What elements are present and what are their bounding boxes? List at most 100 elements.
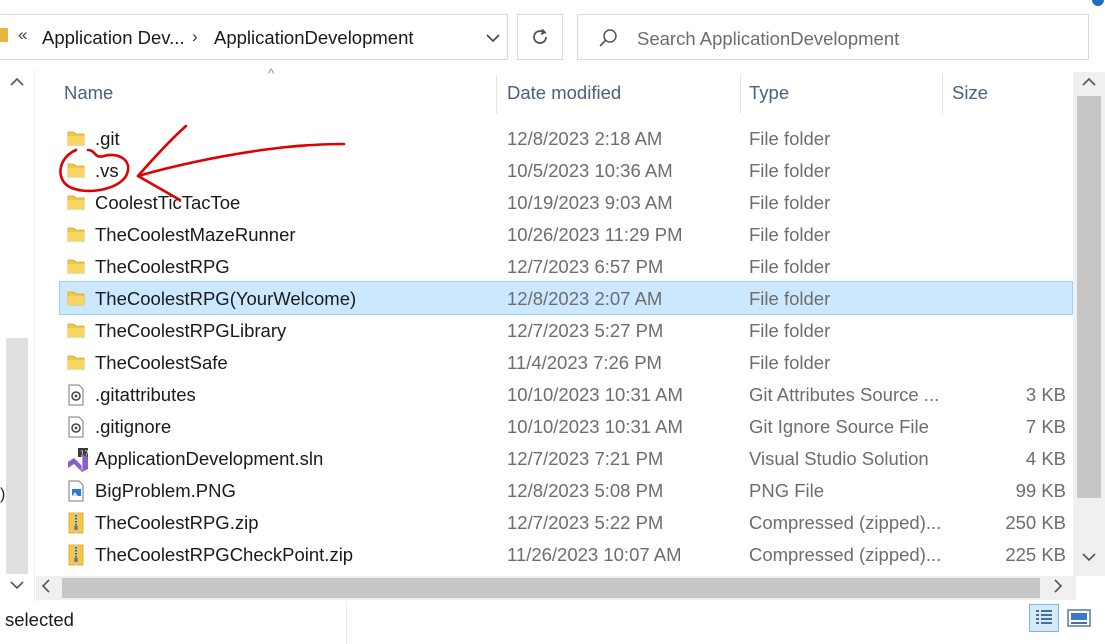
file-row[interactable]: TheCoolestSafe 11/4/2023 7:26 PM File fold… [60, 346, 1072, 378]
file-type: File folder [749, 352, 831, 373]
png-image-icon [66, 480, 86, 502]
file-name: TheCoolestSafe [95, 352, 228, 373]
file-date-modified: 12/7/2023 6:57 PM [507, 256, 664, 277]
file-date-modified: 12/8/2023 2:18 AM [507, 128, 663, 149]
config-file-icon [66, 384, 86, 406]
help-icon[interactable] [1092, 0, 1104, 6]
file-date-modified: 10/5/2023 10:36 AM [507, 160, 673, 181]
details-view-button[interactable] [1029, 604, 1059, 632]
folder-icon [66, 224, 86, 246]
scroll-up-icon[interactable] [1081, 76, 1097, 88]
file-date-modified: 10/10/2023 10:31 AM [507, 416, 683, 437]
column-header-name[interactable]: Name [64, 82, 113, 104]
column-divider[interactable] [740, 74, 741, 114]
details-view-icon [1036, 610, 1052, 624]
search-icon [599, 29, 617, 47]
file-name: TheCoolestRPG(YourWelcome) [95, 288, 357, 309]
zip-folder-icon [66, 512, 86, 534]
large-icons-view-button[interactable] [1066, 606, 1092, 630]
column-divider[interactable] [496, 74, 497, 114]
file-date-modified: 12/8/2023 5:08 PM [507, 480, 664, 501]
file-date-modified: 12/7/2023 5:27 PM [507, 320, 664, 341]
file-date-modified: 12/7/2023 5:22 PM [507, 512, 664, 533]
file-size: 99 KB [1015, 480, 1066, 501]
file-row[interactable]: BigProblem.PNG 12/8/2023 5:08 PM PNG File 9… [60, 474, 1072, 506]
nav-pane-scrollbar-thumb[interactable] [6, 338, 28, 574]
horizontal-scrollbar-thumb[interactable] [62, 578, 1040, 598]
file-date-modified: 10/19/2023 9:03 AM [507, 192, 673, 213]
file-type: File folder [749, 128, 831, 149]
folder-icon [66, 128, 86, 150]
refresh-icon [533, 28, 547, 44]
column-header-type[interactable]: Type [749, 82, 789, 104]
breadcrumb-separator[interactable]: › [192, 27, 198, 47]
file-type: File folder [749, 160, 831, 181]
breadcrumb-item-application-dev[interactable]: Application Dev... [42, 27, 185, 49]
file-name: TheCoolestMazeRunner [95, 224, 296, 245]
file-date-modified: 11/26/2023 10:07 AM [507, 544, 682, 565]
scroll-left-icon[interactable] [40, 578, 52, 594]
file-name: CoolestTicTacToe [95, 192, 241, 213]
file-row[interactable]: TheCoolestRPGCheckPoint.zip 11/26/2023 10… [60, 538, 1072, 570]
config-file-icon [66, 416, 86, 438]
file-size: 4 KB [1025, 448, 1066, 469]
file-size: 225 KB [1005, 544, 1066, 565]
file-row[interactable]: .gitattributes 10/10/2023 10:31 AM Git Att… [60, 378, 1072, 410]
file-type: File folder [749, 192, 831, 213]
visual-studio-solution-icon: 17 [66, 448, 89, 472]
address-history-dropdown[interactable] [478, 22, 508, 54]
file-row[interactable]: TheCoolestRPG(YourWelcome) 12/8/2023 2:07… [59, 281, 1073, 315]
folder-icon [66, 288, 86, 310]
file-type: Git Ignore Source File [749, 416, 929, 437]
breadcrumb-item-applicationdevelopment[interactable]: ApplicationDevelopment [214, 27, 414, 49]
folder-icon [66, 320, 86, 342]
file-type: PNG File [749, 480, 825, 501]
file-row[interactable]: .git 12/8/2023 2:18 AM File folder [60, 122, 1072, 154]
file-type: File folder [749, 320, 831, 341]
sort-ascending-icon: ^ [268, 66, 275, 81]
file-row[interactable]: .vs 10/5/2023 10:36 AM File folder [60, 154, 1072, 186]
search-input[interactable]: Search ApplicationDevelopment [637, 28, 899, 50]
file-date-modified: 12/7/2023 7:21 PM [507, 448, 664, 469]
file-row[interactable]: TheCoolestRPGLibrary 12/7/2023 5:27 PM Fil… [60, 314, 1072, 346]
refresh-button[interactable] [517, 14, 563, 60]
folder-icon [66, 192, 86, 214]
zip-folder-icon [66, 544, 86, 566]
file-row[interactable]: .gitignore 10/10/2023 10:31 AM Git Ignore … [60, 410, 1072, 442]
folder-icon [66, 160, 86, 182]
file-type: Compressed (zipped)... [749, 544, 942, 565]
file-name: .gitignore [95, 416, 172, 437]
file-size: 3 KB [1025, 384, 1066, 405]
file-size: 250 KB [1005, 512, 1066, 533]
nav-scroll-up-icon[interactable] [9, 76, 25, 88]
file-name: .git [95, 128, 120, 149]
breadcrumb-overflow-button[interactable]: « [18, 25, 27, 45]
file-date-modified: 11/4/2023 7:26 PM [507, 352, 662, 373]
file-name: ApplicationDevelopment.sln [95, 448, 324, 469]
scroll-right-icon[interactable] [1052, 578, 1064, 594]
file-name: TheCoolestRPG.zip [95, 512, 259, 533]
file-row[interactable]: CoolestTicTacToe 10/19/2023 9:03 AM File f… [60, 186, 1072, 218]
file-row[interactable]: 17 ApplicationDevelopment.sln 12/7/2023 7:… [60, 442, 1072, 474]
nav-pane-clipped-text: ) [0, 486, 6, 503]
chevron-down-icon [486, 34, 500, 43]
column-header-size[interactable]: Size [952, 82, 988, 104]
file-name: BigProblem.PNG [95, 480, 236, 501]
file-row[interactable]: TheCoolestRPG.zip 12/7/2023 5:22 PM Compre… [60, 506, 1072, 538]
file-row[interactable]: TheCoolestMazeRunner 10/26/2023 11:29 PM F… [60, 218, 1072, 250]
file-row[interactable]: TheCoolestRPG 12/7/2023 6:57 PM File folde… [60, 250, 1072, 282]
column-divider[interactable] [942, 74, 943, 114]
file-type: File folder [749, 288, 831, 309]
file-name: .gitattributes [95, 384, 196, 405]
scroll-down-icon[interactable] [1081, 551, 1097, 563]
file-type: Git Attributes Source ... [749, 384, 940, 405]
status-bar-text: selected [5, 609, 74, 630]
file-type: File folder [749, 224, 831, 245]
file-list: .git 12/8/2023 2:18 AM File folder .vs 10/5/… [59, 122, 1073, 570]
vertical-scrollbar-thumb[interactable] [1077, 96, 1101, 498]
file-date-modified: 10/26/2023 11:29 PM [507, 224, 683, 245]
nav-scroll-down-icon[interactable] [9, 579, 25, 591]
folder-icon [66, 256, 86, 278]
folder-icon [66, 352, 86, 374]
column-header-date-modified[interactable]: Date modified [507, 82, 621, 104]
